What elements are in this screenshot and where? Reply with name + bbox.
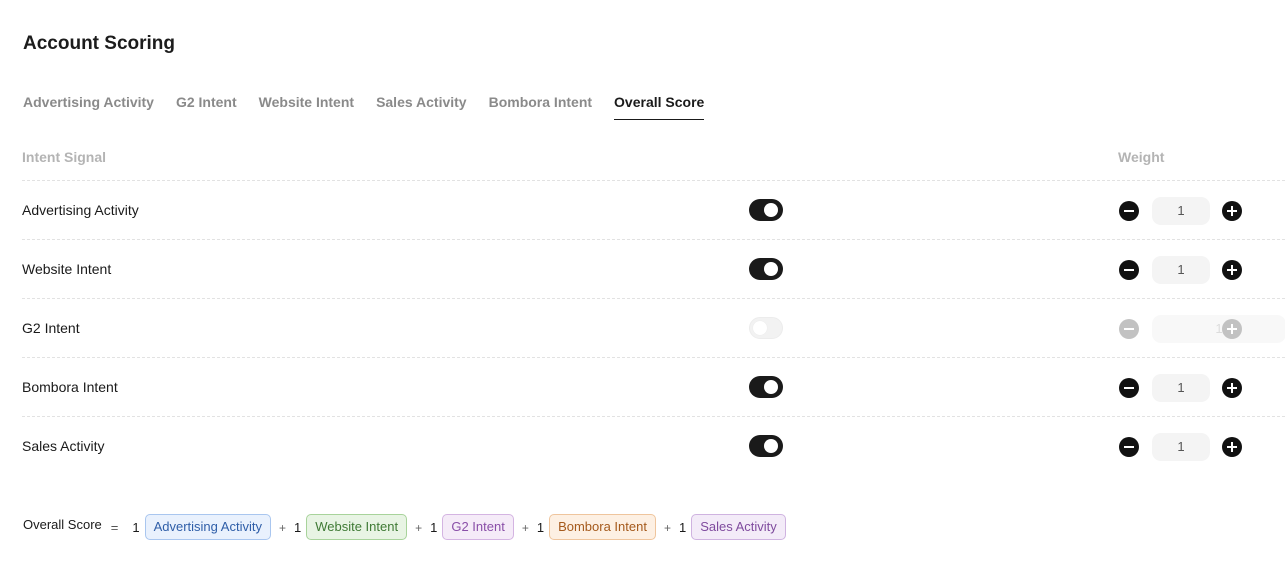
tab-g2-intent[interactable]: G2 Intent: [176, 94, 237, 119]
signal-toggle[interactable]: [749, 258, 783, 280]
weight-stepper: 1: [1118, 433, 1285, 461]
formula-weight: 1: [293, 519, 302, 535]
weight-input[interactable]: 1: [1152, 433, 1210, 461]
formula-weight: 1: [678, 519, 687, 535]
plus-circle-icon[interactable]: [1222, 201, 1242, 221]
tab-overall-score[interactable]: Overall Score: [614, 94, 705, 120]
tab-website-intent[interactable]: Website Intent: [259, 94, 354, 119]
table-row: Sales Activity 1: [22, 417, 1285, 475]
minus-circle-icon[interactable]: [1119, 201, 1139, 221]
tab-sales-activity[interactable]: Sales Activity: [376, 94, 467, 119]
minus-circle-icon[interactable]: [1119, 437, 1139, 457]
intent-signal-table: Intent Signal Weight Advertising Activit…: [22, 143, 1285, 475]
table-row: G2 Intent 1: [22, 299, 1285, 358]
toggle-knob: [753, 321, 767, 335]
weight-stepper: 1: [1118, 315, 1285, 343]
signal-label: Sales Activity: [22, 438, 105, 454]
weight-input[interactable]: 1: [1152, 197, 1210, 225]
minus-circle-icon[interactable]: [1119, 378, 1139, 398]
tab-bombora-intent[interactable]: Bombora Intent: [489, 94, 592, 119]
weight-stepper: 1: [1118, 197, 1285, 225]
signal-label: G2 Intent: [22, 320, 80, 336]
equals-sign: =: [110, 519, 119, 535]
overall-score-formula: Overall Score = 1 Advertising Activity +…: [23, 514, 786, 540]
signal-label: Bombora Intent: [22, 379, 118, 395]
plus-circle-icon[interactable]: [1222, 319, 1242, 339]
toggle-knob: [764, 203, 778, 217]
minus-circle-icon[interactable]: [1119, 260, 1139, 280]
weight-input[interactable]: 1: [1152, 315, 1285, 343]
formula-chip-website-intent: Website Intent: [306, 514, 408, 540]
signal-label: Advertising Activity: [22, 202, 139, 218]
plus-circle-icon[interactable]: [1222, 378, 1242, 398]
weight-stepper: 1: [1118, 256, 1285, 284]
signal-label: Website Intent: [22, 261, 112, 277]
signal-toggle[interactable]: [749, 376, 783, 398]
table-row: Bombora Intent 1: [22, 358, 1285, 417]
weight-stepper: 1: [1118, 374, 1285, 402]
signal-toggle[interactable]: [749, 317, 783, 339]
table-row: Advertising Activity 1: [22, 181, 1285, 240]
formula-label: Overall Score: [23, 516, 102, 532]
tab-bar: Advertising Activity G2 Intent Website I…: [23, 94, 705, 120]
formula-chip-bombora-intent: Bombora Intent: [549, 514, 656, 540]
plus-sign: +: [663, 521, 671, 535]
column-header-weight: Weight: [1118, 149, 1165, 165]
weight-input[interactable]: 1: [1152, 256, 1210, 284]
formula-weight: 1: [536, 519, 545, 535]
weight-input[interactable]: 1: [1152, 374, 1210, 402]
formula-chip-g2-intent: G2 Intent: [442, 514, 514, 540]
signal-toggle[interactable]: [749, 199, 783, 221]
page-title: Account Scoring: [23, 33, 176, 54]
table-header: Intent Signal Weight: [22, 143, 1285, 181]
plus-sign: +: [278, 521, 286, 535]
plus-circle-icon[interactable]: [1222, 260, 1242, 280]
tab-advertising-activity[interactable]: Advertising Activity: [23, 94, 154, 119]
plus-sign: +: [521, 521, 529, 535]
toggle-knob: [764, 439, 778, 453]
plus-circle-icon[interactable]: [1222, 437, 1242, 457]
plus-sign: +: [415, 521, 423, 535]
formula-weight: 1: [132, 519, 140, 535]
toggle-knob: [764, 262, 778, 276]
column-header-intent-signal: Intent Signal: [22, 149, 106, 165]
table-row: Website Intent 1: [22, 240, 1285, 299]
toggle-knob: [764, 380, 778, 394]
formula-chip-sales-activity: Sales Activity: [691, 514, 786, 540]
formula-chip-advertising-activity: Advertising Activity: [144, 514, 271, 540]
minus-circle-icon[interactable]: [1119, 319, 1139, 339]
formula-weight: 1: [430, 519, 438, 535]
signal-toggle[interactable]: [749, 435, 783, 457]
